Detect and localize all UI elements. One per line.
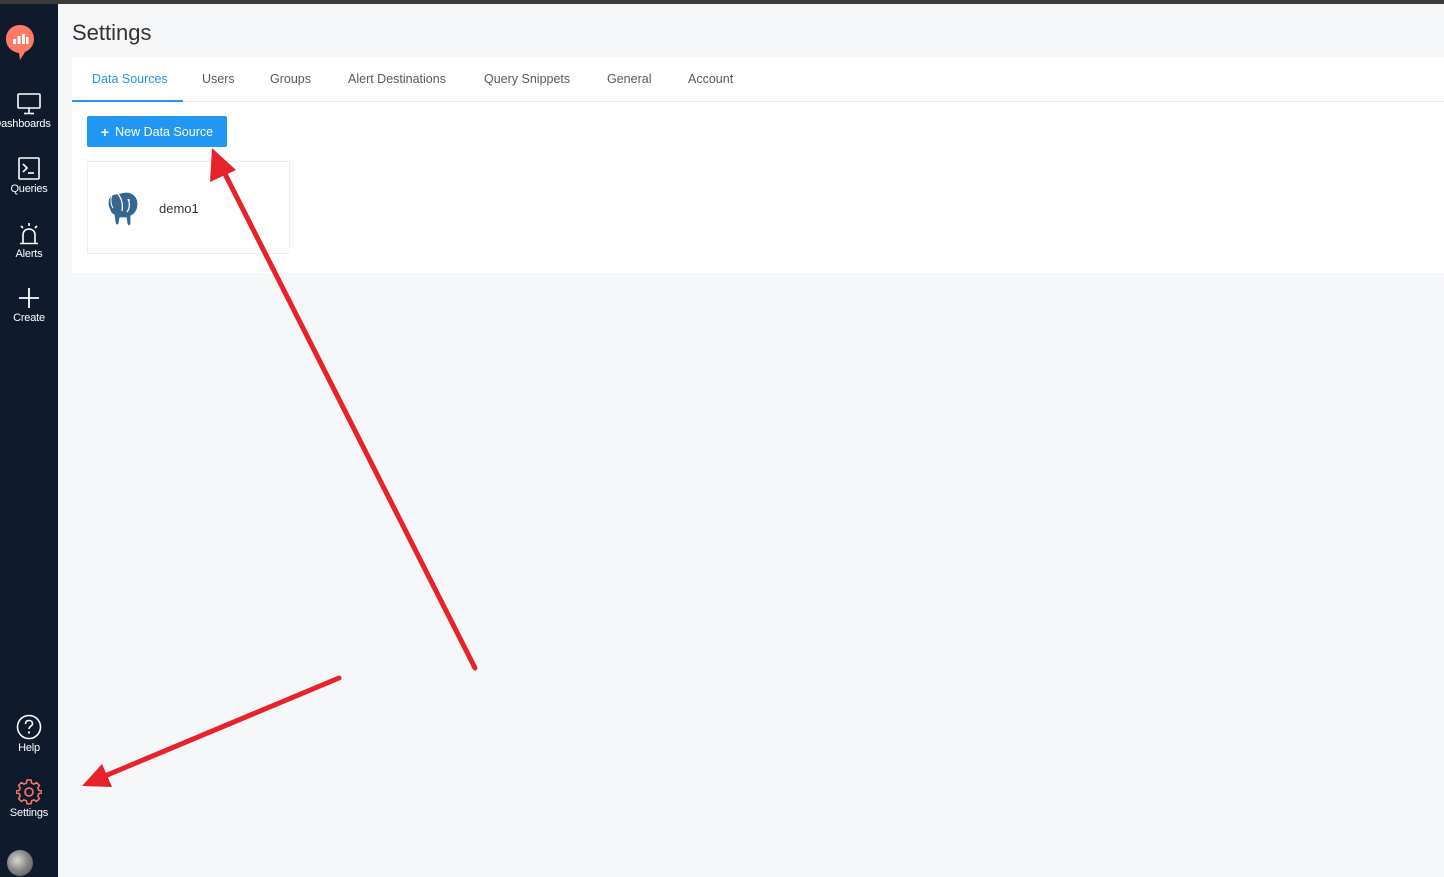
help-circle-icon xyxy=(16,714,42,740)
alarm-icon xyxy=(20,223,38,245)
terminal-icon xyxy=(18,157,40,180)
tab-alert-destinations[interactable]: Alert Destinations xyxy=(348,57,446,102)
plus-icon: + xyxy=(100,123,110,140)
sidebar-item-settings[interactable]: Settings xyxy=(0,779,58,819)
data-source-name: demo1 xyxy=(159,201,199,216)
sidebar: Dashboards Queries Alerts Create xyxy=(0,4,58,877)
settings-tabs: Data Sources Users Groups Alert Destinat… xyxy=(72,57,1444,102)
sidebar-item-label: Help xyxy=(18,742,40,754)
sidebar-item-dashboards[interactable]: Dashboards xyxy=(0,92,58,130)
plus-icon xyxy=(19,288,39,308)
tab-query-snippets[interactable]: Query Snippets xyxy=(484,57,570,102)
redash-logo-icon[interactable] xyxy=(5,24,35,62)
settings-panel: Data Sources Users Groups Alert Destinat… xyxy=(72,57,1444,273)
sidebar-item-label: Alerts xyxy=(15,248,43,260)
new-data-source-button[interactable]: + New Data Source xyxy=(87,116,227,147)
page-title: Settings xyxy=(72,20,152,45)
sidebar-item-create[interactable]: Create xyxy=(0,286,58,324)
sidebar-item-label: Settings xyxy=(9,807,49,819)
tab-data-sources[interactable]: Data Sources xyxy=(92,57,168,102)
sidebar-item-queries[interactable]: Queries xyxy=(0,157,58,195)
tab-account[interactable]: Account xyxy=(688,57,733,102)
tab-groups[interactable]: Groups xyxy=(270,57,311,102)
user-avatar[interactable] xyxy=(7,850,33,876)
data-source-card[interactable]: demo1 xyxy=(87,161,290,254)
tab-users[interactable]: Users xyxy=(202,57,235,102)
sidebar-item-help[interactable]: Help xyxy=(0,714,58,754)
new-data-source-label: New Data Source xyxy=(115,124,214,139)
active-tab-indicator xyxy=(72,100,183,102)
tab-general[interactable]: General xyxy=(607,57,651,102)
sidebar-item-alerts[interactable]: Alerts xyxy=(0,222,58,260)
sidebar-item-label: Dashboards xyxy=(0,118,51,130)
monitor-icon xyxy=(17,93,41,115)
sidebar-item-label: Create xyxy=(13,312,45,324)
window-top-bar xyxy=(0,0,1444,4)
gear-icon xyxy=(16,779,42,805)
annotation-arrow-to-settings xyxy=(82,675,342,787)
postgresql-elephant-icon xyxy=(107,191,139,227)
sidebar-item-label: Queries xyxy=(10,183,48,195)
